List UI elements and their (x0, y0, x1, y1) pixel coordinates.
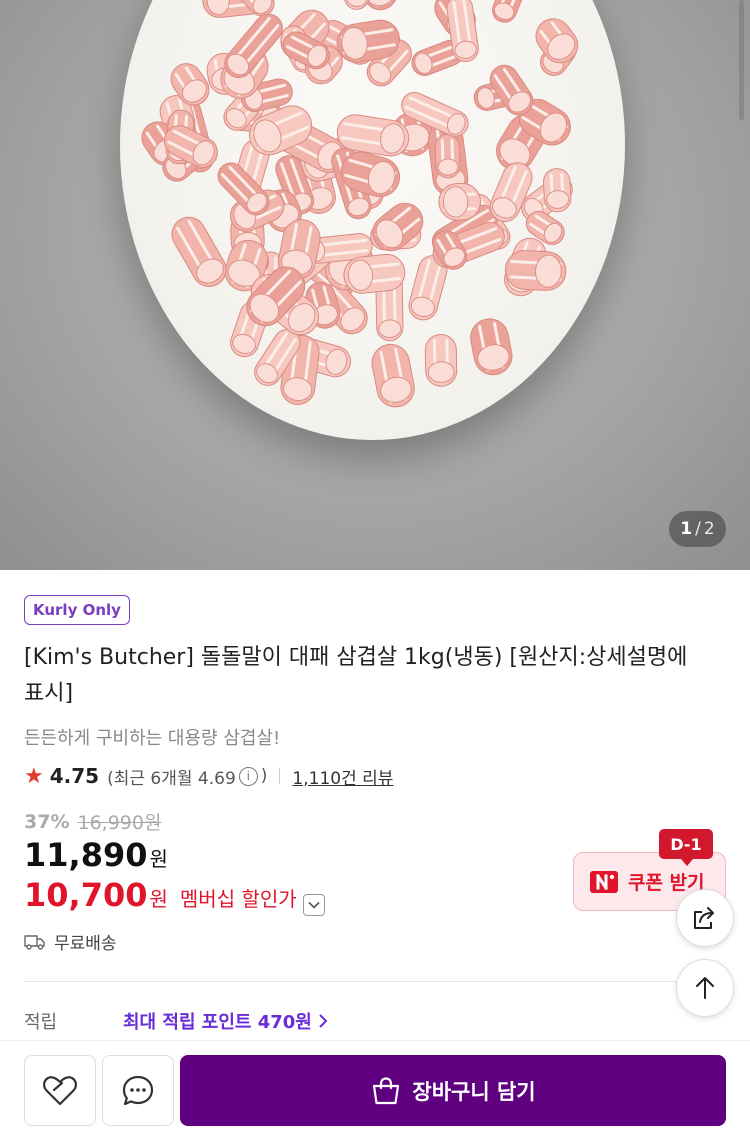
divider (279, 768, 281, 784)
pork-rolls-illustration (141, 0, 579, 408)
truck-icon (24, 934, 45, 950)
points-label: 적립 (24, 1012, 58, 1033)
discount-rate: 37% (24, 810, 70, 833)
recent-rating: (최근 6개월 4.69 i ) (107, 764, 267, 789)
original-price: 16,990원 (77, 812, 162, 834)
product-image[interactable]: 1 / 2 (0, 0, 750, 570)
member-price: 10,700 (24, 876, 148, 914)
page-scrollbar[interactable] (739, 0, 744, 120)
pork-roll (438, 182, 481, 221)
pork-roll (535, 18, 579, 64)
rating-score: 4.75 (49, 764, 100, 788)
member-price-row[interactable]: 10,700 원 멤버십 할인가 (24, 876, 325, 916)
chevron-down-icon[interactable] (302, 894, 325, 916)
pork-roll (434, 134, 461, 179)
share-button[interactable] (676, 889, 734, 947)
recent-rating-text: (최근 6개월 4.69 (107, 768, 236, 789)
info-icon[interactable]: i (238, 766, 258, 786)
points-row: 적립 최대 적립 포인트 470원 (24, 1008, 328, 1034)
member-price-label: 멤버십 할인가 (179, 887, 297, 911)
recent-rating-close: ) (260, 766, 268, 786)
star-icon: ★ (24, 763, 44, 789)
product-subtitle: 든든하게 구비하는 대용량 삼겹살! (24, 728, 281, 749)
shipping-label: 무료배송 (54, 934, 117, 954)
rating-row: ★ 4.75 (최근 6개월 4.69 i ) 1,110건 리뷰 (24, 763, 393, 789)
points-value: 최대 적립 포인트 470원 (123, 1012, 312, 1033)
shipping-info: 무료배송 (24, 929, 117, 954)
bottom-action-bar: 장바구니 담기 (0, 1040, 750, 1142)
inquiry-button[interactable] (102, 1055, 174, 1126)
price-row: 11,890 원 (24, 836, 168, 874)
pork-roll (504, 250, 567, 291)
add-to-cart-label: 장바구니 담기 (412, 1079, 536, 1104)
section-divider (24, 981, 726, 982)
pager-separator: / (695, 519, 701, 539)
pager-total: 2 (703, 519, 715, 539)
member-price-unit: 원 (149, 887, 168, 911)
heart-icon (43, 1075, 77, 1105)
product-title: [Kim's Butcher] 돌돌말이 대패 삼겹살 1kg(냉동) [원산지… (24, 645, 688, 706)
kurly-only-badge: Kurly Only (24, 595, 130, 625)
dday-badge: D-1 (659, 829, 713, 866)
add-to-cart-button[interactable]: 장바구니 담기 (180, 1055, 726, 1126)
cart-icon (373, 1076, 400, 1104)
sale-price: 11,890 (24, 836, 148, 874)
price-unit: 원 (149, 847, 168, 871)
scroll-top-button[interactable] (676, 959, 734, 1017)
chevron-right-icon (319, 1014, 328, 1028)
pork-roll (492, 0, 526, 23)
pork-roll (424, 334, 458, 387)
pork-roll (171, 216, 227, 287)
wishlist-button[interactable] (24, 1055, 96, 1126)
chat-icon (122, 1075, 154, 1105)
arrow-up-icon (696, 977, 714, 999)
share-icon (694, 907, 714, 929)
review-count-link[interactable]: 1,110건 리뷰 (292, 764, 393, 789)
pork-roll (371, 343, 415, 408)
original-price-row: 37% 16,990원 (24, 808, 161, 835)
coupon-logo-icon (590, 870, 618, 893)
pager-current: 1 (680, 519, 693, 539)
pork-roll (470, 318, 513, 376)
points-link[interactable]: 최대 적립 포인트 470원 (123, 1008, 328, 1034)
pork-roll (280, 0, 326, 2)
pork-roll (542, 168, 572, 213)
image-pager: 1 / 2 (669, 511, 726, 547)
